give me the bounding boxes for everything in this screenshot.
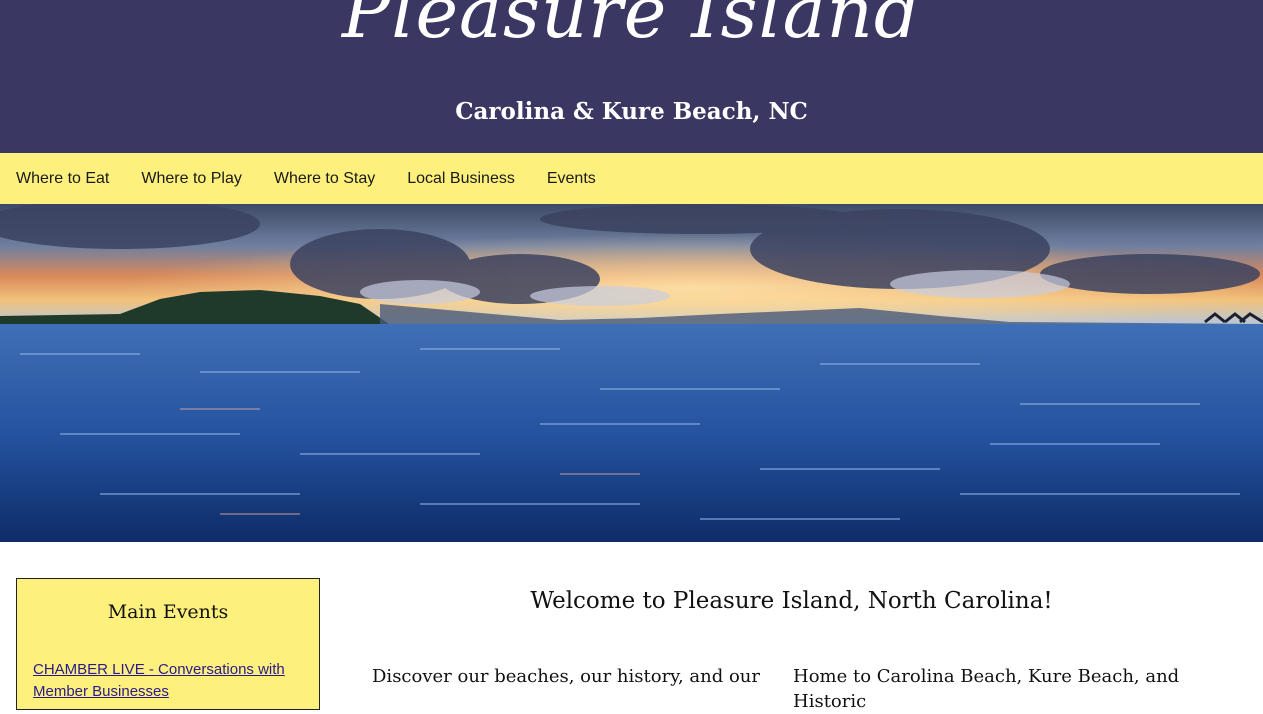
site-header: Pleasure Island Carolina & Kure Beach, N…: [0, 0, 1263, 153]
hero-sunset-ocean-image: [0, 204, 1263, 542]
intro-column-right: Home to Carolina Beach, Kure Beach, and …: [793, 666, 1180, 713]
nav-item-local-business[interactable]: Local Business: [407, 170, 515, 188]
hero-image: [0, 204, 1263, 542]
nav-item-where-to-play[interactable]: Where to Play: [141, 170, 241, 188]
site-subtitle: Carolina & Kure Beach, NC: [455, 98, 808, 125]
nav-item-where-to-eat[interactable]: Where to Eat: [16, 170, 109, 188]
main-events-title: Main Events: [107, 601, 229, 623]
intro-column-left: Discover our beaches, our history, and o…: [372, 666, 761, 687]
nav-item-events[interactable]: Events: [547, 170, 596, 188]
main-events-box: Main Events CHAMBER LIVE - Conversations…: [16, 578, 320, 710]
site-logo[interactable]: Pleasure Island: [0, 0, 1263, 48]
nav-item-where-to-stay[interactable]: Where to Stay: [274, 170, 375, 188]
event-link-chamber-live[interactable]: CHAMBER LIVE - Conversations with Member…: [33, 659, 303, 703]
main-nav: Where to Eat Where to Play Where to Stay…: [0, 153, 1263, 204]
welcome-heading: Welcome to Pleasure Island, North Caroli…: [530, 588, 1053, 614]
